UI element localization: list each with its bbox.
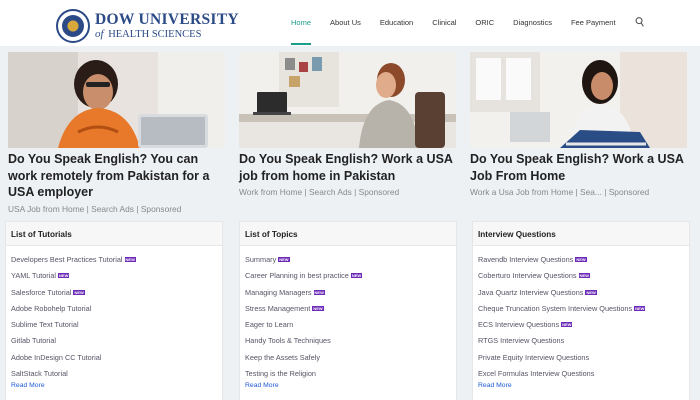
list-item: Managing Managers NEW [245, 288, 456, 304]
list-item-link[interactable]: Excel Formulas Interview Questions [478, 369, 594, 378]
nav-education[interactable]: Education [380, 18, 413, 27]
list-item: Stress Management NEW [245, 304, 456, 320]
card-title: Interview Questions [473, 222, 689, 246]
logo-of: of [95, 28, 104, 40]
list-item-link[interactable]: Salesforce Tutorial [11, 288, 71, 297]
list-item-link[interactable]: Adobe InDesign CC Tutorial [11, 353, 101, 362]
card-list: Summary NEW Career Planning in best practi… [240, 246, 456, 385]
list-item: Java Quartz Interview Questions NEW [478, 288, 689, 304]
new-badge: NEW [575, 257, 587, 262]
list-item-link[interactable]: Testing is the Religion [245, 369, 316, 378]
university-logo[interactable]: DOW UNIVERSITY of HEALTH SCIENCES [56, 9, 239, 43]
ad-title-2[interactable]: Do You Speak English? Work a USA job fro… [239, 151, 456, 184]
list-item-link[interactable]: YAML Tutorial [11, 271, 56, 280]
sponsored-ad-2[interactable]: Do You Speak English? Work a USA job fro… [239, 52, 456, 197]
sponsored-ad-3[interactable]: Do You Speak English? Work a USA Job Fro… [470, 52, 687, 197]
list-item: Ravendb Interview Questions NEW [478, 255, 689, 271]
list-item: Summary NEW [245, 255, 456, 271]
list-item-link[interactable]: Career Planning in best practice [245, 271, 349, 280]
nav-home[interactable]: Home [291, 18, 312, 45]
card-interview-questions: Interview Questions Ravendb Interview Qu… [472, 221, 690, 400]
list-item-link[interactable]: Cheque Truncation System Interview Quest… [478, 304, 632, 313]
read-more-link[interactable]: Read More [245, 382, 279, 389]
card-list: Ravendb Interview Questions NEW Coberturo … [473, 246, 689, 385]
nav-clinical[interactable]: Clinical [432, 18, 456, 27]
list-item: Keep the Assets Safely [245, 353, 456, 369]
ad-meta-2: Work from Home | Search Ads | Sponsored [239, 187, 400, 197]
list-item: Adobe InDesign CC Tutorial [11, 353, 222, 369]
list-item-link[interactable]: Ravendb Interview Questions [478, 255, 573, 264]
ad-meta-3: Work a Usa Job from Home | Sea... | Spon… [470, 187, 650, 197]
card-title: List of Topics [240, 222, 456, 246]
ad-title-3[interactable]: Do You Speak English? Work a USA Job Fro… [470, 151, 687, 184]
new-badge: NEW [58, 273, 70, 279]
list-item-link[interactable]: Adobe Robohelp Tutorial [11, 304, 91, 313]
nav-about-us[interactable]: About Us [330, 18, 361, 27]
card-list: Developers Best Practices Tutorial NEW YAM… [6, 246, 222, 385]
list-item-link[interactable]: Managing Managers [245, 288, 312, 297]
site-header: DOW UNIVERSITY of HEALTH SCIENCES Home A… [0, 0, 700, 46]
list-item: Career Planning in best practice NEW [245, 271, 456, 287]
new-badge: NEW [578, 273, 590, 279]
logo-text: DOW UNIVERSITY of HEALTH SCIENCES [95, 10, 239, 41]
main-nav: Home About Us Education Clinical ORIC Di… [291, 18, 635, 45]
list-item: Salesforce Tutorial NEW [11, 288, 222, 304]
ad-image-3[interactable] [470, 52, 687, 148]
list-item-link[interactable]: Summary [245, 255, 276, 264]
list-item: ECS Interview Questions NEW [478, 320, 689, 336]
list-item-link[interactable]: Handy Tools & Techniques [245, 336, 331, 345]
list-item: Developers Best Practices Tutorial NEW [11, 255, 222, 271]
list-item-link[interactable]: Java Quartz Interview Questions [478, 288, 583, 297]
new-badge: NEW [350, 273, 363, 279]
list-item: Sublime Text Tutorial [11, 320, 222, 336]
new-badge: NEW [124, 257, 136, 262]
nav-fee-payment[interactable]: Fee Payment [571, 18, 616, 27]
card-list-of-topics: List of Topics Summary NEW Career Planning… [239, 221, 457, 400]
logo-line1: DOW UNIVERSITY [95, 10, 239, 28]
new-badge: NEW [561, 322, 573, 328]
list-item-link[interactable]: Private Equity Interview Questions [478, 353, 589, 362]
card-list-of-tutorials: List of Tutorials Developers Best Practi… [5, 221, 223, 400]
list-item: YAML Tutorial NEW [11, 271, 222, 287]
nav-diagnostics[interactable]: Diagnostics [513, 18, 552, 27]
list-item-link[interactable]: Gitlab Tutorial [11, 336, 56, 345]
ad-title-1[interactable]: Do You Speak English? You can work remot… [8, 151, 225, 201]
list-item: Coberturo Interview Questions NEW [478, 271, 689, 287]
list-item-link[interactable]: Sublime Text Tutorial [11, 320, 79, 329]
list-item: Handy Tools & Techniques [245, 336, 456, 352]
list-item: Eager to Learn [245, 320, 456, 336]
logo-health-sciences: HEALTH SCIENCES [108, 29, 202, 40]
ad-meta-1: USA Job from Home | Search Ads | Sponsor… [8, 203, 182, 214]
sponsored-ad-1[interactable]: Do You Speak English? You can work remot… [8, 52, 225, 214]
list-item-link[interactable]: RTGS Interview Questions [478, 336, 564, 345]
list-item-link[interactable]: Stress Management [245, 304, 310, 313]
card-title: List of Tutorials [6, 222, 222, 246]
list-item: Gitlab Tutorial [11, 336, 222, 352]
new-badge: NEW [73, 289, 85, 295]
list-item: RTGS Interview Questions [478, 336, 689, 352]
list-item: Adobe Robohelp Tutorial [11, 304, 222, 320]
list-item: Cheque Truncation System Interview Quest… [478, 304, 689, 320]
university-seal-icon [56, 9, 90, 43]
list-item-link[interactable]: ECS Interview Questions [478, 320, 559, 329]
search-icon[interactable] [635, 16, 644, 28]
new-badge: NEW [634, 305, 646, 311]
ad-image-1[interactable] [8, 52, 225, 148]
nav-oric[interactable]: ORIC [475, 18, 494, 27]
list-item-link[interactable]: Eager to Learn [245, 320, 293, 329]
new-badge: NEW [278, 257, 290, 262]
new-badge: NEW [312, 305, 324, 311]
new-badge: NEW [585, 289, 597, 295]
read-more-link[interactable]: Read More [11, 382, 45, 389]
list-item-link[interactable]: Keep the Assets Safely [245, 353, 320, 362]
new-badge: NEW [313, 289, 325, 295]
list-item-link[interactable]: Developers Best Practices Tutorial [11, 255, 123, 264]
list-item: Private Equity Interview Questions [478, 353, 689, 369]
list-item-link[interactable]: SaltStack Tutorial [11, 369, 68, 378]
read-more-link[interactable]: Read More [478, 382, 512, 389]
ad-image-2[interactable] [239, 52, 456, 148]
logo-line2: of HEALTH SCIENCES [95, 29, 239, 41]
list-item-link[interactable]: Coberturo Interview Questions [478, 271, 577, 280]
